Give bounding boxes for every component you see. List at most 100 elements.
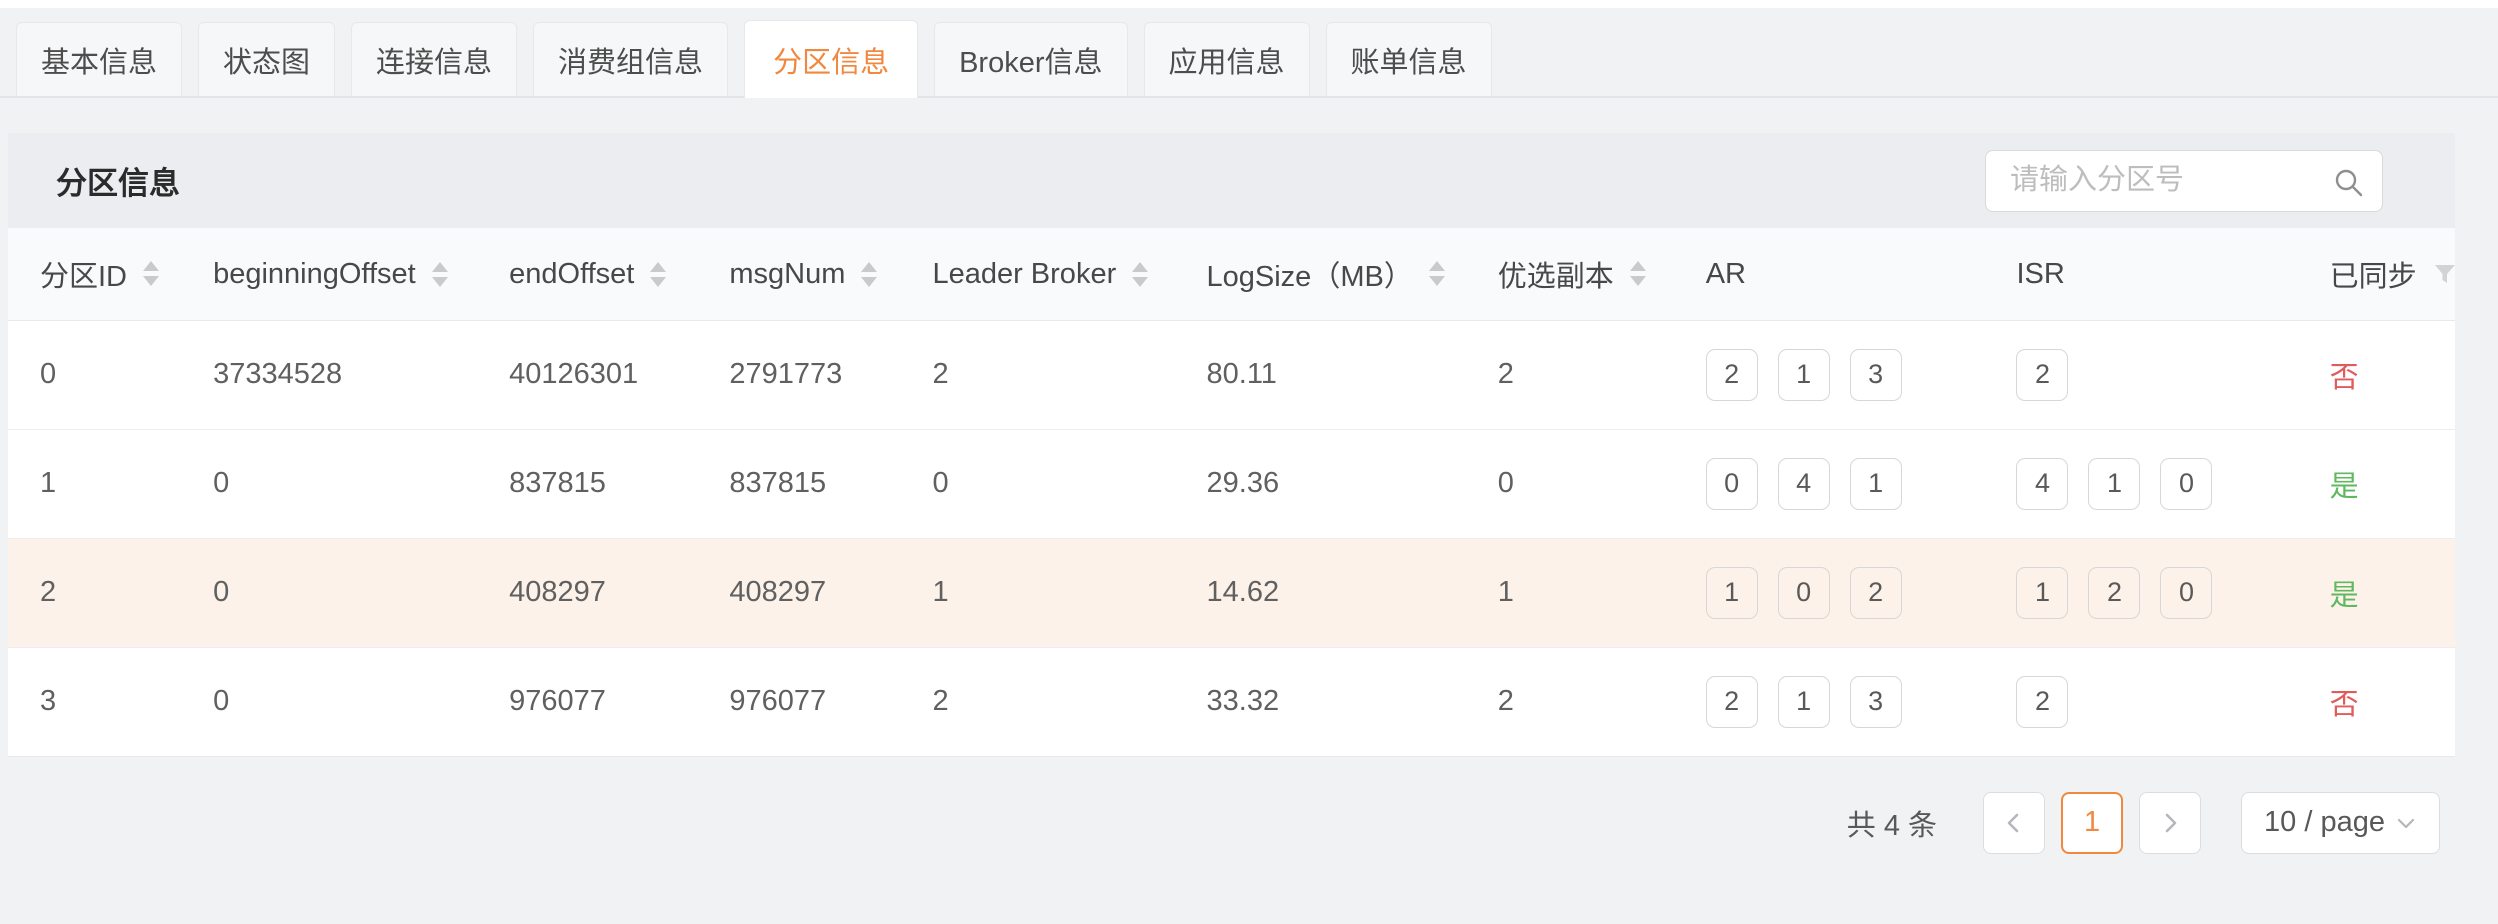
column-header-ar: AR bbox=[1682, 228, 1993, 320]
cell-leader_broker: 1 bbox=[908, 538, 1182, 647]
sort-up-caret-icon bbox=[432, 262, 448, 272]
cell-beginning_offset: 0 bbox=[189, 429, 485, 538]
tab-6[interactable]: 应用信息 bbox=[1144, 22, 1310, 96]
cell-log_size_mb: 14.62 bbox=[1183, 538, 1474, 647]
tab-label: 账单信息 bbox=[1351, 39, 1467, 81]
column-header-synced[interactable]: 已同步 bbox=[2306, 228, 2455, 320]
cell-end_offset: 40126301 bbox=[485, 320, 705, 429]
cell-leader_broker: 2 bbox=[908, 647, 1182, 756]
cell-value: 29.36 bbox=[1207, 467, 1280, 499]
sort-down-caret-icon bbox=[1429, 276, 1445, 286]
sort-carets-icon[interactable] bbox=[861, 262, 877, 287]
column-header-partition_id[interactable]: 分区ID bbox=[8, 228, 189, 320]
cell-value: 837815 bbox=[509, 467, 606, 499]
column-header-leader_broker[interactable]: Leader Broker bbox=[908, 228, 1182, 320]
cell-synced: 否 bbox=[2306, 320, 2455, 429]
tab-1[interactable]: 状态图 bbox=[198, 22, 335, 96]
synced-status: 是 bbox=[2330, 471, 2359, 503]
sort-down-caret-icon bbox=[861, 277, 877, 287]
cell-value: 976077 bbox=[729, 685, 826, 717]
pagination-prev-button[interactable] bbox=[1983, 792, 2045, 854]
cell-leader_broker: 2 bbox=[908, 320, 1182, 429]
cell-msg_num: 837815 bbox=[705, 429, 908, 538]
replica-tag: 2 bbox=[2088, 567, 2140, 619]
replica-tag: 1 bbox=[2088, 458, 2140, 510]
cell-isr: 2 bbox=[1992, 320, 2305, 429]
column-header-beginning_offset[interactable]: beginningOffset bbox=[189, 228, 485, 320]
column-header-end_offset[interactable]: endOffset bbox=[485, 228, 705, 320]
column-label: ISR bbox=[2016, 258, 2064, 290]
cell-value: 0 bbox=[40, 358, 56, 390]
replica-tag: 4 bbox=[2016, 458, 2068, 510]
cell-isr: 120 bbox=[1992, 538, 2305, 647]
cell-synced: 是 bbox=[2306, 429, 2455, 538]
sort-down-caret-icon bbox=[143, 276, 159, 286]
sort-carets-icon[interactable] bbox=[1630, 261, 1646, 286]
tab-4-active[interactable]: 分区信息 bbox=[744, 20, 918, 98]
tab-7[interactable]: 账单信息 bbox=[1326, 22, 1492, 96]
cell-log_size_mb: 33.32 bbox=[1183, 647, 1474, 756]
cell-preferred_replica: 2 bbox=[1474, 320, 1682, 429]
synced-status: 否 bbox=[2330, 362, 2359, 394]
column-label: msgNum bbox=[729, 258, 845, 290]
cell-msg_num: 2791773 bbox=[705, 320, 908, 429]
pagination: 共 4 条 1 10 / page bbox=[0, 792, 2440, 854]
cell-ar: 041 bbox=[1682, 429, 1993, 538]
chevron-down-icon bbox=[2395, 812, 2417, 834]
replica-tag: 2 bbox=[1706, 676, 1758, 728]
sort-down-caret-icon bbox=[1132, 277, 1148, 287]
cell-preferred_replica: 0 bbox=[1474, 429, 1682, 538]
search-icon[interactable] bbox=[2333, 167, 2363, 197]
cell-value: 837815 bbox=[729, 467, 826, 499]
cell-end_offset: 976077 bbox=[485, 647, 705, 756]
tab-3[interactable]: 消费组信息 bbox=[533, 22, 728, 96]
tab-5[interactable]: Broker信息 bbox=[934, 22, 1127, 96]
tab-2[interactable]: 连接信息 bbox=[351, 22, 517, 96]
chevron-left-icon bbox=[2003, 812, 2025, 834]
pagination-next-button[interactable] bbox=[2139, 792, 2201, 854]
replica-tag: 0 bbox=[1706, 458, 1758, 510]
tab-0[interactable]: 基本信息 bbox=[16, 22, 182, 96]
cell-value: 2791773 bbox=[729, 358, 842, 390]
sort-carets-icon[interactable] bbox=[1132, 262, 1148, 287]
cell-log_size_mb: 80.11 bbox=[1183, 320, 1474, 429]
column-header-msg_num[interactable]: msgNum bbox=[705, 228, 908, 320]
replica-tag: 2 bbox=[2016, 349, 2068, 401]
replica-tag: 1 bbox=[1850, 458, 1902, 510]
cell-value: 40126301 bbox=[509, 358, 638, 390]
tab-label: 基本信息 bbox=[41, 39, 157, 81]
sort-carets-icon[interactable] bbox=[143, 261, 159, 286]
sort-carets-icon[interactable] bbox=[1429, 261, 1445, 286]
cell-beginning_offset: 37334528 bbox=[189, 320, 485, 429]
column-label: endOffset bbox=[509, 258, 634, 290]
search-input[interactable] bbox=[1985, 150, 2383, 212]
column-header-isr: ISR bbox=[1992, 228, 2305, 320]
synced-status: 否 bbox=[2330, 689, 2359, 721]
table-header-row: 分区ID beginningOffset endOffset msgNum Le… bbox=[8, 228, 2455, 320]
table-row-partition-3: 30976077976077233.3222132否 bbox=[8, 647, 2455, 756]
cell-isr: 2 bbox=[1992, 647, 2305, 756]
page-size-select[interactable]: 10 / page bbox=[2241, 792, 2440, 854]
sort-up-caret-icon bbox=[1630, 261, 1646, 271]
filter-funnel-icon[interactable] bbox=[2433, 262, 2457, 286]
cell-partition_id: 1 bbox=[8, 429, 189, 538]
column-label: LogSize（MB） bbox=[1207, 261, 1413, 293]
cell-msg_num: 976077 bbox=[705, 647, 908, 756]
cell-msg_num: 408297 bbox=[705, 538, 908, 647]
sort-carets-icon[interactable] bbox=[432, 262, 448, 287]
column-header-preferred_replica[interactable]: 优选副本 bbox=[1474, 228, 1682, 320]
column-header-log_size_mb[interactable]: LogSize（MB） bbox=[1183, 228, 1474, 320]
replica-tag: 1 bbox=[1778, 349, 1830, 401]
pagination-page-1[interactable]: 1 bbox=[2061, 792, 2123, 854]
tab-label: 状态图 bbox=[223, 39, 310, 81]
tab-label: 消费组信息 bbox=[558, 39, 703, 81]
cell-value: 2 bbox=[932, 358, 948, 390]
replica-tag: 1 bbox=[1778, 676, 1830, 728]
replica-tag: 2 bbox=[1850, 567, 1902, 619]
cell-preferred_replica: 1 bbox=[1474, 538, 1682, 647]
replica-tag: 0 bbox=[2160, 567, 2212, 619]
cell-value: 33.32 bbox=[1207, 685, 1280, 717]
sort-carets-icon[interactable] bbox=[650, 262, 666, 287]
cell-leader_broker: 0 bbox=[908, 429, 1182, 538]
cell-value: 976077 bbox=[509, 685, 606, 717]
